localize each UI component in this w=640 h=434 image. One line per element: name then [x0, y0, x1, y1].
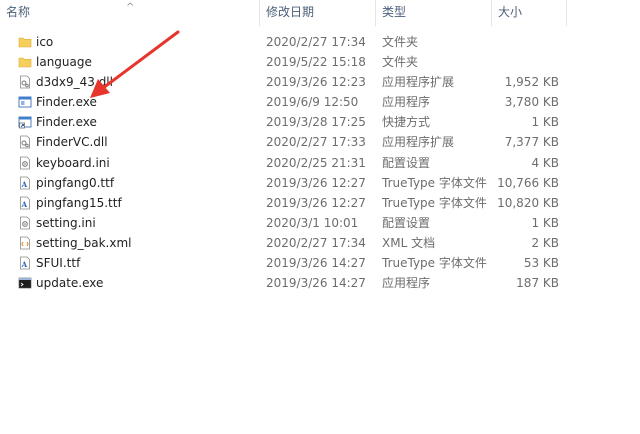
file-name: keyboard.ini — [36, 155, 110, 170]
file-name: d3dx9_43.dll — [36, 75, 113, 90]
svg-text:A: A — [21, 200, 28, 209]
file-modified-date: 2019/5/22 15:18 — [266, 55, 366, 70]
column-header-name-label: 名称 — [6, 5, 31, 19]
file-row[interactable]: d3dx9_43.dll 2019/3/26 12:23 应用程序扩展 1,952 K… — [0, 72, 640, 92]
column-header-type-label: 类型 — [382, 5, 407, 19]
file-type: 应用程序 — [382, 276, 431, 291]
file-type: 文件夹 — [382, 55, 419, 70]
file-name: pingfang0.ttf — [36, 175, 115, 190]
file-name: update.exe — [36, 276, 104, 291]
file-name: FinderVC.dll — [36, 135, 108, 150]
file-modified-date: 2020/2/27 17:34 — [266, 35, 366, 49]
file-type: XML 文档 — [382, 235, 436, 250]
file-modified-date: 2020/2/27 17:34 — [266, 235, 366, 250]
shortcut-icon — [18, 115, 32, 129]
svg-text:A: A — [21, 260, 28, 269]
console-exe-icon — [18, 276, 32, 290]
file-size: 4 KB — [531, 155, 559, 170]
file-type: 配置设置 — [382, 155, 431, 170]
file-type: TrueType 字体文件 — [382, 175, 487, 190]
file-row[interactable]: A SFUI.ttf 2019/3/26 14:27 TrueType 字体文件 53 … — [0, 253, 640, 273]
file-size: 187 KB — [516, 276, 559, 291]
file-row[interactable]: ico 2020/2/27 17:34 文件夹 — [0, 32, 640, 52]
ini-icon — [18, 216, 32, 230]
column-header-date[interactable]: 修改日期 — [259, 0, 375, 26]
column-header-type[interactable]: 类型 — [375, 0, 491, 26]
file-size: 2 KB — [531, 235, 559, 250]
file-size: 53 KB — [523, 256, 559, 271]
file-size: 1 KB — [531, 115, 559, 130]
font-icon: A — [18, 176, 32, 190]
file-row[interactable]: Finder.exe 2019/3/28 17:25 快捷方式 1 KB — [0, 112, 640, 132]
file-modified-date: 2019/3/26 12:27 — [266, 175, 366, 190]
file-row[interactable]: setting.ini 2020/3/1 10:01 配置设置 1 KB — [0, 213, 640, 233]
file-row[interactable]: Apingfang15.ttf 2019/3/26 12:27 TrueType 字… — [0, 193, 640, 213]
file-modified-date: 2019/3/26 12:23 — [266, 75, 366, 90]
font-icon: A — [18, 256, 32, 270]
xml-icon — [18, 236, 32, 250]
file-size: 3,780 KB — [504, 95, 559, 110]
file-modified-date: 2019/3/26 12:27 — [266, 195, 366, 210]
file-size: 1 KB — [531, 215, 559, 230]
file-modified-date: 2019/3/26 14:27 — [266, 256, 366, 271]
file-name: language — [36, 55, 92, 70]
file-modified-date: 2020/3/1 10:01 — [266, 215, 359, 230]
file-row[interactable]: Apingfang0.ttf 2019/3/26 12:27 TrueType 字体… — [0, 173, 640, 193]
file-type: 快捷方式 — [382, 115, 431, 130]
file-type: 配置设置 — [382, 215, 431, 230]
file-type: 应用程序扩展 — [382, 75, 455, 90]
file-name: ico — [36, 35, 54, 49]
svg-text:A: A — [21, 180, 28, 189]
file-size: 7,377 KB — [504, 135, 559, 150]
file-row[interactable]: update.exe 2019/3/26 14:27 应用程序 187 KB — [0, 273, 640, 293]
file-modified-date: 2019/6/9 12:50 — [266, 95, 359, 110]
file-type: 应用程序 — [382, 95, 431, 110]
file-modified-date: 2019/3/28 17:25 — [266, 115, 366, 130]
file-size: 10,820 KB — [497, 195, 559, 210]
file-list: ico 2020/2/27 17:34 文件夹 language 2019/5/22 1… — [0, 32, 640, 293]
column-header-size[interactable]: 大小 — [491, 0, 567, 26]
file-row[interactable]: Finder.exe 2019/6/9 12:50 应用程序 3,780 KB — [0, 92, 640, 112]
file-name: pingfang15.ttf — [36, 195, 122, 210]
file-type: TrueType 字体文件 — [382, 256, 487, 271]
file-type: 文件夹 — [382, 35, 419, 49]
file-name: setting.ini — [36, 215, 96, 230]
folder-icon — [18, 55, 32, 69]
folder-icon — [18, 35, 32, 49]
file-name: Finder.exe — [36, 115, 97, 130]
exe-icon — [18, 95, 32, 109]
file-modified-date: 2019/3/26 14:27 — [266, 276, 366, 291]
column-header-date-label: 修改日期 — [266, 5, 315, 19]
file-size: 10,766 KB — [497, 175, 559, 190]
sort-ascending-icon: ^ — [126, 2, 135, 13]
column-header-size-label: 大小 — [498, 5, 523, 19]
file-row[interactable]: setting_bak.xml 2020/2/27 17:34 XML 文档 2 KB — [0, 233, 640, 253]
column-header-bar: 名称 ^ 修改日期 类型 大小 — [0, 0, 640, 26]
file-modified-date: 2020/2/25 21:31 — [266, 155, 366, 170]
font-icon: A — [18, 196, 32, 210]
file-type: TrueType 字体文件 — [382, 195, 487, 210]
ini-icon — [18, 156, 32, 170]
file-size: 1,952 KB — [504, 75, 559, 90]
dll-icon — [18, 75, 32, 89]
file-row[interactable]: FinderVC.dll 2020/2/27 17:33 应用程序扩展 7,377 K… — [0, 132, 640, 152]
file-type: 应用程序扩展 — [382, 135, 455, 150]
file-row[interactable]: keyboard.ini 2020/2/25 21:31 配置设置 4 KB — [0, 153, 640, 173]
file-name: Finder.exe — [36, 95, 97, 110]
file-name: setting_bak.xml — [36, 235, 132, 250]
column-header-name[interactable]: 名称 ^ — [0, 0, 259, 26]
file-name: SFUI.ttf — [36, 256, 81, 271]
file-row[interactable]: language 2019/5/22 15:18 文件夹 — [0, 52, 640, 72]
dll-icon — [18, 135, 32, 149]
file-modified-date: 2020/2/27 17:33 — [266, 135, 366, 150]
